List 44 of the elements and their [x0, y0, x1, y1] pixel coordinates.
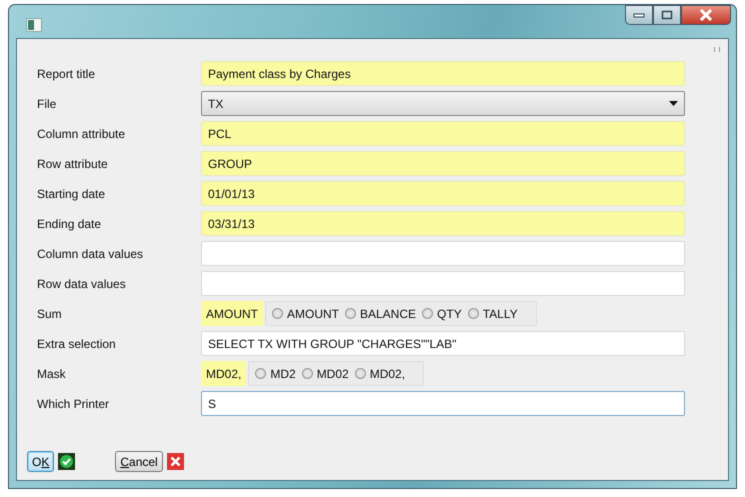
value-field: AMOUNT — [201, 301, 263, 326]
field-label: Extra selection — [37, 336, 117, 350]
field-label: Row data values — [37, 276, 127, 290]
input-field[interactable]: SELECT TX WITH GROUP "CHARGES""LAB" — [201, 331, 685, 356]
field-label: Sum — [37, 306, 63, 320]
field-label: Column data values — [37, 246, 144, 260]
close-icon — [166, 453, 184, 470]
cancel-button[interactable]: Cancel — [115, 451, 163, 472]
radio-option[interactable]: AMOUNT — [272, 306, 339, 320]
ok-button[interactable]: OK — [27, 451, 54, 472]
field-label: Column attribute — [37, 126, 126, 140]
input-field[interactable] — [201, 241, 685, 266]
field-label: Row attribute — [37, 156, 109, 170]
radio-option[interactable]: BALANCE — [345, 306, 416, 320]
field-label: Mask — [37, 366, 67, 380]
input-field[interactable] — [201, 271, 685, 296]
radio-option[interactable]: MD02, — [354, 366, 406, 380]
maximize-button[interactable] — [653, 5, 681, 25]
input-field[interactable]: 03/31/13 — [201, 211, 685, 236]
input-field[interactable]: 01/01/13 — [201, 181, 685, 206]
dropdown[interactable]: TX — [201, 91, 685, 116]
minimize-icon — [633, 12, 645, 18]
input-field[interactable]: GROUP — [201, 151, 685, 176]
field-label: Ending date — [37, 216, 102, 230]
field-label: Which Printer — [37, 396, 110, 410]
input-field[interactable]: PCL — [201, 121, 685, 146]
caret-icon — [669, 101, 678, 106]
minimize-button[interactable] — [625, 5, 653, 25]
radio-option[interactable]: MD02 — [302, 366, 349, 380]
radio-option[interactable]: TALLY — [468, 306, 518, 320]
close-button[interactable] — [681, 5, 731, 25]
input-field[interactable]: S — [201, 391, 685, 416]
field-label: Report title — [37, 66, 96, 80]
input-field[interactable]: Payment class by Charges — [201, 61, 685, 86]
check-icon — [58, 453, 76, 470]
close-icon — [699, 9, 713, 21]
field-label: File — [37, 96, 58, 110]
grip-mark — [714, 47, 720, 52]
maximize-icon — [661, 10, 673, 20]
app-icon — [26, 18, 42, 32]
field-label: Starting date — [37, 186, 106, 200]
radio-option[interactable]: MD2 — [255, 366, 296, 380]
value-field: MD02, — [201, 361, 246, 386]
radio-option[interactable]: QTY — [422, 306, 462, 320]
